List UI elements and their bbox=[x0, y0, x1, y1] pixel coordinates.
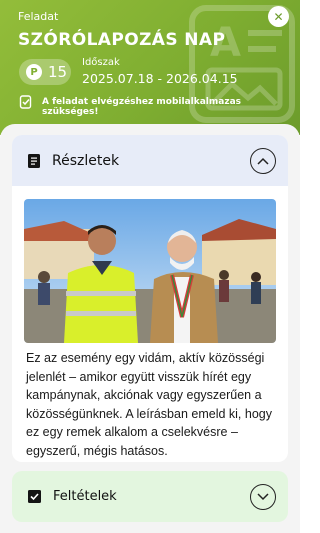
points-badge: P 15 bbox=[19, 59, 71, 85]
details-header[interactable]: Részletek bbox=[12, 135, 288, 186]
conditions-card[interactable]: Feltételek bbox=[12, 471, 288, 522]
expand-conditions-button[interactable] bbox=[250, 483, 276, 510]
requirement-text: A feladat elvégzéshez mobilalkalmazas sz… bbox=[42, 97, 242, 117]
conditions-label: Feltételek bbox=[53, 489, 117, 504]
page-title: SZÓRÓLAPOZÁS NAP bbox=[18, 30, 226, 50]
phone-check-icon bbox=[19, 95, 32, 109]
task-header: A Feladat SZÓRÓLAPOZÁS NAP ✕ P 15 Idősza… bbox=[0, 0, 300, 135]
point-coin-icon: P bbox=[26, 64, 42, 80]
task-kicker: Feladat bbox=[18, 10, 59, 23]
details-description: Ez az esemény egy vidám, aktív közösségi… bbox=[26, 351, 272, 458]
collapse-details-button[interactable] bbox=[250, 147, 276, 174]
close-icon: ✕ bbox=[273, 9, 284, 24]
document-icon bbox=[28, 153, 40, 168]
details-label: Részletek bbox=[52, 152, 120, 169]
period-label: Időszak bbox=[82, 57, 120, 68]
chevron-down-icon bbox=[257, 492, 269, 500]
chevron-up-icon bbox=[257, 157, 269, 165]
points-value: 15 bbox=[48, 63, 68, 81]
checkbox-icon bbox=[28, 490, 41, 503]
period-value: 2025.07.18 - 2026.04.15 bbox=[82, 71, 238, 86]
details-card: Részletek Ez az esemény egy vidám, aktív… bbox=[12, 135, 288, 462]
close-button[interactable]: ✕ bbox=[268, 6, 289, 27]
event-photo bbox=[24, 199, 276, 343]
